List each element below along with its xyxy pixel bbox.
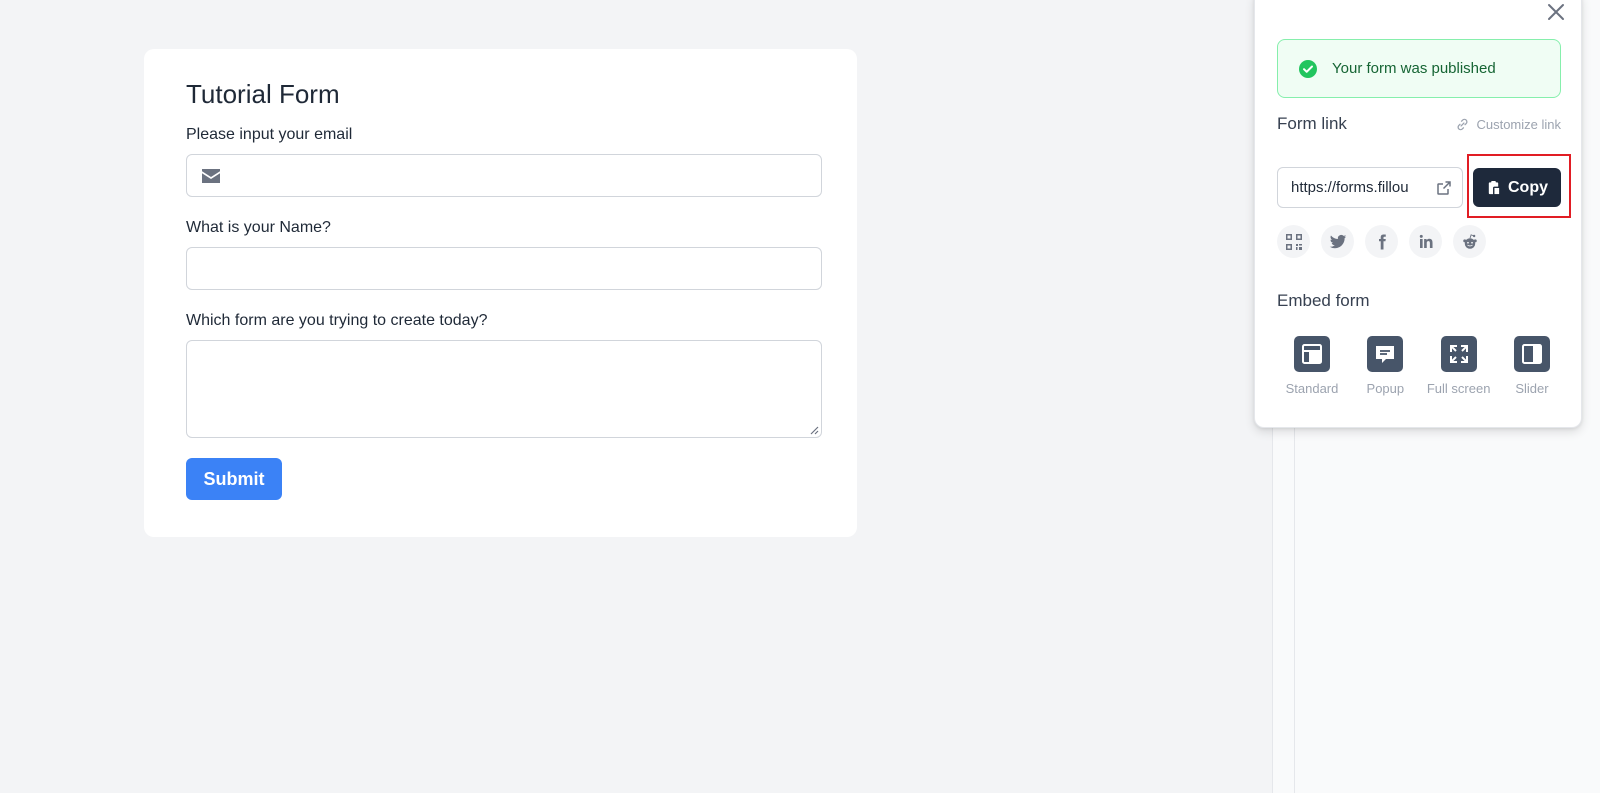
twitter-icon [1329, 234, 1346, 248]
name-field-label: What is your Name? [186, 219, 331, 236]
embed-form-title: Embed form [1277, 291, 1370, 310]
customize-link-label: Customize link [1476, 116, 1561, 132]
reddit-icon [1462, 233, 1477, 249]
fullscreen-embed-icon [1449, 345, 1468, 363]
submit-button[interactable]: Submit [186, 458, 282, 500]
embed-fullscreen-label: Full screen [1426, 381, 1491, 396]
publish-popover: Your form was published Form link Custom… [1254, 0, 1582, 428]
copy-label: Copy [1508, 178, 1548, 196]
email-field-label: Please input your email [186, 126, 353, 143]
form-type-field-label: Which form are you trying to create toda… [186, 312, 488, 329]
share-facebook-button[interactable] [1365, 225, 1398, 258]
embed-slider-label: Slider [1515, 381, 1549, 396]
slider-embed-icon [1521, 344, 1542, 364]
form-link-title: Form link [1277, 114, 1347, 133]
clipboard-icon [1488, 180, 1500, 195]
embed-standard-button[interactable]: Standard [1277, 336, 1347, 396]
form-url-field[interactable]: https://forms.fillou [1277, 167, 1463, 208]
form-link-header: Form link Customize link [1277, 114, 1561, 134]
resize-grip-icon[interactable] [809, 425, 819, 435]
popup-embed-icon [1376, 346, 1395, 363]
form-type-textarea[interactable] [187, 341, 821, 437]
facebook-icon [1378, 234, 1386, 249]
email-input[interactable] [187, 155, 821, 196]
embed-options: Standard Popup Full screen Slider [1277, 336, 1567, 396]
share-twitter-button[interactable] [1321, 225, 1354, 258]
customize-link-button[interactable]: Customize link [1455, 117, 1561, 132]
qr-code-icon [1285, 233, 1302, 250]
check-circle-icon [1299, 59, 1317, 78]
embed-standard-label: Standard [1285, 381, 1339, 396]
form-title: Tutorial Form [186, 79, 340, 109]
close-icon[interactable] [1545, 1, 1567, 23]
success-alert: Your form was published [1277, 39, 1561, 98]
share-buttons [1277, 225, 1486, 258]
mail-icon [202, 169, 220, 183]
linkedin-icon [1419, 234, 1433, 248]
embed-popup-label: Popup [1366, 381, 1405, 396]
embed-slider-button[interactable]: Slider [1497, 336, 1567, 396]
share-reddit-button[interactable] [1453, 225, 1486, 258]
success-message: Your form was published [1332, 60, 1496, 77]
standard-embed-icon [1302, 344, 1322, 364]
form-card: Tutorial Form Please input your email Wh… [144, 49, 857, 537]
form-url-text: https://forms.fillou [1291, 179, 1409, 196]
copy-link-button[interactable]: Copy [1473, 168, 1561, 207]
form-type-field-wrapper [186, 340, 822, 438]
side-panel-divider [1294, 420, 1295, 793]
link-icon [1458, 118, 1468, 130]
name-field-wrapper [186, 247, 822, 290]
name-input[interactable] [187, 248, 821, 289]
external-link-icon[interactable] [1436, 180, 1452, 196]
embed-popup-button[interactable]: Popup [1350, 336, 1420, 396]
embed-fullscreen-button[interactable]: Full screen [1424, 336, 1494, 396]
share-qr-code-button[interactable] [1277, 225, 1310, 258]
share-linkedin-button[interactable] [1409, 225, 1442, 258]
email-field-wrapper [186, 154, 822, 197]
